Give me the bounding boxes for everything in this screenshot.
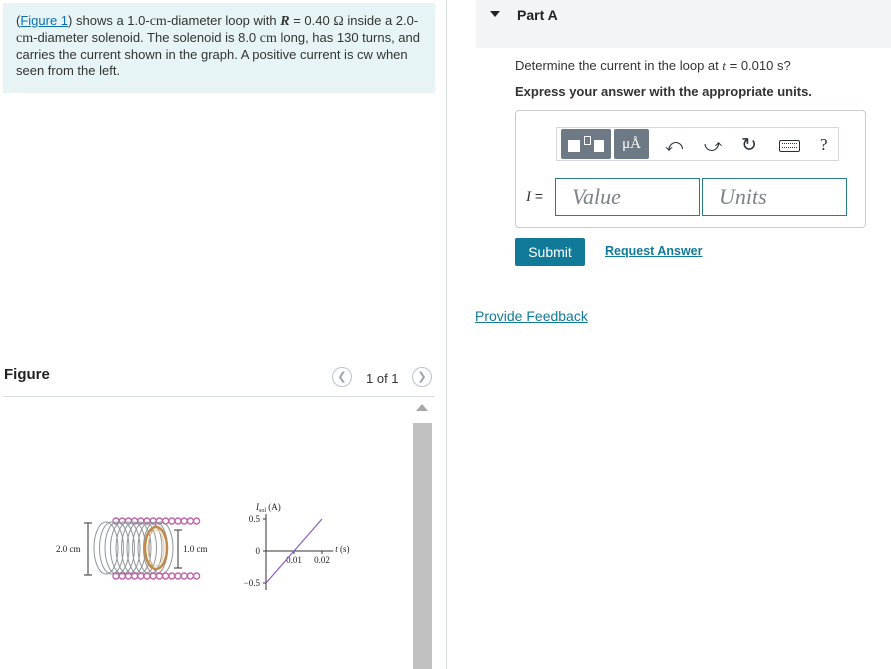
coil-turn-bottom [161,572,170,580]
part-a-label[interactable]: Part A [517,7,558,23]
graph-y-ticks: 0.5 0 −0.5 [244,514,266,588]
unit-cm-3: cm [259,31,277,46]
page-indicator: 1 of 1 [366,371,399,386]
ohm-symbol: Ω [333,14,344,29]
answer-variable: I [526,189,531,205]
submit-button[interactable]: Submit [515,238,585,266]
coil-turn-bottom [186,572,195,580]
coil-turn-top [186,517,195,525]
graph-y-label-unit: (A) [266,502,281,512]
value-input[interactable] [555,178,700,216]
coil-turn-bottom [192,572,201,580]
answer-variable-label: I = [526,188,543,206]
graph-y-tick-label: 0 [256,546,261,556]
coil-turn-top [192,517,201,525]
coil-turn-bottom [174,572,182,580]
coil-turn-bottom [180,572,188,580]
solenoid-diagram: 2.0 cm 1.0 cm [56,517,208,580]
problem-text-4: inside a 2.0- [343,13,419,28]
units-button[interactable]: μÅ [614,129,649,159]
loop-diameter-label: 1.0 cm [183,544,208,554]
figure-title: Figure [4,366,50,383]
problem-text-2: -diameter loop with [166,13,281,28]
redo-icon[interactable]: ⤻ [704,136,722,156]
question-prefix: Determine the current in the loop at [515,58,723,73]
question-text: Determine the current in the loop at t =… [515,58,791,74]
problem-statement: (Figure 1) shows a 1.0-cm-diameter loop … [3,3,435,93]
unit-cm-1: cm [149,14,167,29]
coil-turn-top [161,517,170,525]
question-suffix: = 0.010 s? [726,58,791,73]
answer-equals: = [534,188,544,204]
scrollbar-thumb[interactable] [413,423,432,669]
keyboard-icon[interactable] [779,140,800,152]
graph-x-tick-label: 0.02 [314,555,330,565]
figure-link[interactable]: Figure 1 [20,13,68,28]
coil-turn-top [168,517,176,525]
templates-icon[interactable] [561,129,611,159]
graph-y-tick-label: 0.5 [249,514,261,524]
help-button[interactable]: ? [820,135,828,155]
current-graph: Isol (A) 0.50−0.5 0.01 0.02 t (s) [244,502,349,590]
undo-icon[interactable]: ⤺ [665,136,683,156]
figure-image: 2.0 cm 1.0 cm Isol (A) 0.50−0.5 0.01 0.02… [56,502,349,590]
panel-divider [446,0,447,669]
graph-y-tick-label: −0.5 [244,578,261,588]
problem-text-5: -diameter solenoid. The solenoid is 8.0 [33,30,260,45]
chevron-right-icon[interactable]: ❯ [412,367,432,387]
resistance-variable: R [280,14,290,29]
coil-turn-bottom [168,572,176,580]
caret-down-icon[interactable] [490,11,500,17]
request-answer-link[interactable]: Request Answer [605,244,702,258]
reset-icon[interactable]: ↻ [741,134,757,157]
unit-cm-2: cm [16,31,34,46]
scroll-up-arrow-icon[interactable] [416,404,428,411]
figure-divider [3,396,435,397]
solenoid-diameter-label: 2.0 cm [56,544,81,554]
provide-feedback-link[interactable]: Provide Feedback [475,308,588,324]
graph-x-axis-label: t (s) [335,544,349,554]
answer-instructions: Express your answer with the appropriate… [515,84,812,99]
chevron-left-icon[interactable]: ❮ [332,367,352,387]
problem-text-1: ) shows a 1.0- [68,13,150,28]
coil-turn-top [174,517,182,525]
coil-turn-top [180,517,188,525]
problem-text-3: = 0.40 [289,13,334,28]
graph-x-label-unit: (s) [338,544,350,554]
graph-y-axis-label: Isol (A) [255,502,281,514]
units-input[interactable] [702,178,847,216]
